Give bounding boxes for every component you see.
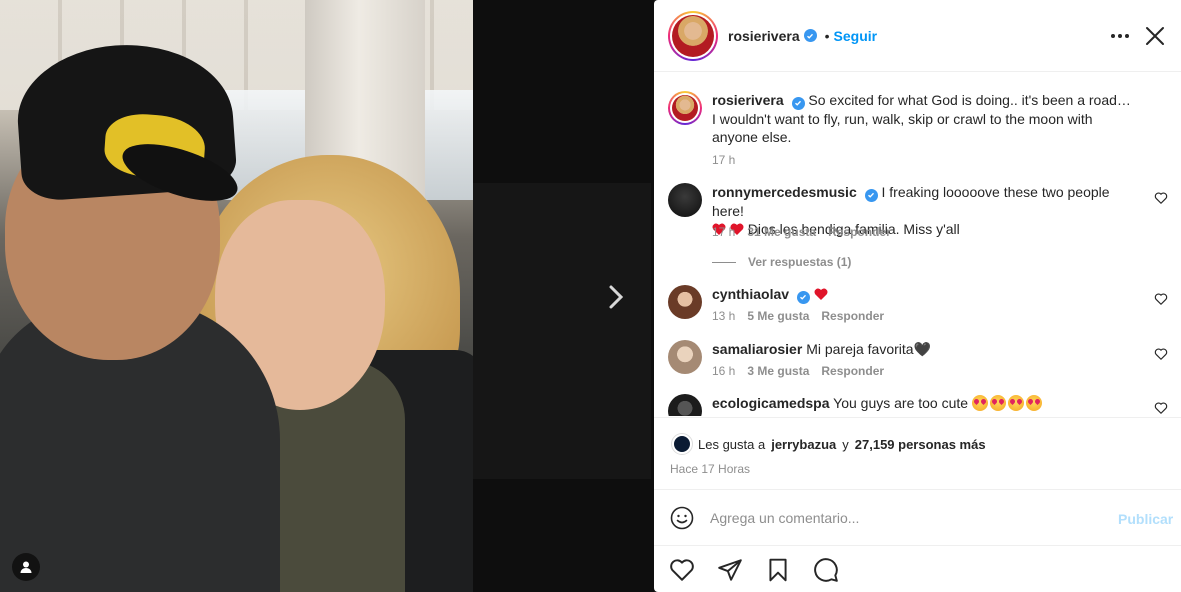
verified-icon [864, 188, 878, 202]
reply-button[interactable]: Responder [821, 364, 884, 378]
next-post-button[interactable] [602, 282, 630, 312]
post-actions-bar [654, 545, 1181, 592]
liker-avatar[interactable] [672, 434, 692, 454]
comment-text: cynthiaolav [712, 285, 1137, 304]
comment-text: samaliarosier Mi pareja favorita🖤 [712, 340, 1137, 358]
background-thumbnail [473, 183, 651, 479]
post-photo[interactable] [0, 0, 473, 592]
caption-avatar[interactable] [668, 91, 702, 125]
comment-time[interactable]: 17 h [712, 225, 735, 239]
add-comment-bar: Publicar [654, 489, 1181, 545]
more-options-icon[interactable] [1109, 26, 1131, 46]
comment-likes[interactable]: 5 Me gusta [747, 309, 809, 323]
reply-button[interactable]: Responder [828, 225, 891, 239]
caption-username[interactable]: rosierivera [712, 92, 784, 108]
comment-text: ecologicamedspa You guys are too cute [712, 394, 1137, 412]
comment-username[interactable]: cynthiaolav [712, 286, 789, 302]
comment-username[interactable]: ecologicamedspa [712, 395, 830, 411]
author-avatar[interactable] [668, 10, 718, 61]
post-header: rosierivera • Seguir [654, 0, 1181, 72]
comment-meta: 17 h 31 Me gusta Responder [712, 225, 891, 239]
heart-icon[interactable] [1154, 401, 1168, 415]
heart-icon[interactable] [1154, 191, 1168, 205]
comment-time[interactable]: 16 h [712, 364, 735, 378]
likes-summary: Les gusta a jerrybazua y 27,159 personas… [672, 434, 986, 454]
heart-eyes-emoji-icon [989, 395, 1006, 411]
comment-meta: 16 h 3 Me gusta Responder [712, 364, 884, 378]
likes-connector: y [842, 436, 849, 452]
comment-username[interactable]: ronnymercedesmusic [712, 184, 857, 200]
comment-icon[interactable] [813, 557, 839, 583]
caption-time[interactable]: 17 h [712, 153, 735, 167]
caption-text: rosierivera So excited for what God is d… [712, 91, 1137, 146]
comment-likes[interactable]: 31 Me gusta [747, 225, 816, 239]
comment-time[interactable]: 13 h [712, 309, 735, 323]
comment-username[interactable]: samaliarosier [712, 341, 802, 357]
heart-icon[interactable] [1154, 292, 1168, 306]
comment-body: Mi pareja favorita🖤 [806, 341, 931, 357]
comments-list[interactable]: rosierivera So excited for what God is d… [654, 73, 1181, 416]
heart-icon[interactable] [669, 557, 695, 583]
replies-line [712, 261, 736, 263]
verified-icon [796, 290, 810, 304]
author-username[interactable]: rosierivera [728, 28, 800, 44]
view-replies-label: Ver respuestas (1) [748, 255, 852, 269]
emoji-icon[interactable] [670, 506, 694, 530]
comment-avatar[interactable] [668, 183, 702, 217]
liker-username[interactable]: jerrybazua [771, 437, 836, 452]
likes-others-count[interactable]: 27,159 personas más [855, 437, 986, 452]
chevron-right-icon [609, 285, 624, 309]
post-timestamp[interactable]: Hace 17 Horas [670, 462, 750, 476]
close-icon[interactable] [1143, 24, 1167, 48]
comment-meta: 13 h 5 Me gusta Responder [712, 309, 884, 323]
publish-button[interactable]: Publicar [1118, 511, 1173, 527]
comment-avatar[interactable] [668, 394, 702, 416]
bookmark-icon[interactable] [765, 557, 791, 583]
heart-eyes-emoji-icon [1007, 395, 1024, 411]
comment-input[interactable] [710, 509, 1090, 526]
comment-avatar[interactable] [668, 285, 702, 319]
tagged-users-button[interactable] [12, 553, 40, 581]
verified-icon [791, 96, 805, 110]
follow-button[interactable]: Seguir [834, 28, 878, 44]
share-icon[interactable] [717, 557, 743, 583]
comment-likes[interactable]: 3 Me gusta [747, 364, 809, 378]
heart-icon[interactable] [1154, 347, 1168, 361]
red-heart-emoji-icon [814, 288, 828, 300]
heart-eyes-emoji-icon [1025, 395, 1042, 411]
heart-eyes-emoji-icon [971, 395, 988, 411]
caption-meta: 17 h [712, 153, 735, 167]
likes-prefix: Les gusta a [698, 436, 766, 452]
verified-icon [803, 29, 817, 42]
view-replies-button[interactable]: Ver respuestas (1) [712, 255, 851, 269]
post-detail-panel: rosierivera • Seguir rosierivera So exci… [654, 0, 1181, 592]
comment-avatar[interactable] [668, 340, 702, 374]
separator-dot: • [824, 27, 830, 44]
likes-section: Les gusta a jerrybazua y 27,159 personas… [654, 417, 1181, 489]
reply-button[interactable]: Responder [821, 309, 884, 323]
user-tag-icon [20, 561, 32, 573]
comment-body: You guys are too cute [833, 395, 969, 411]
